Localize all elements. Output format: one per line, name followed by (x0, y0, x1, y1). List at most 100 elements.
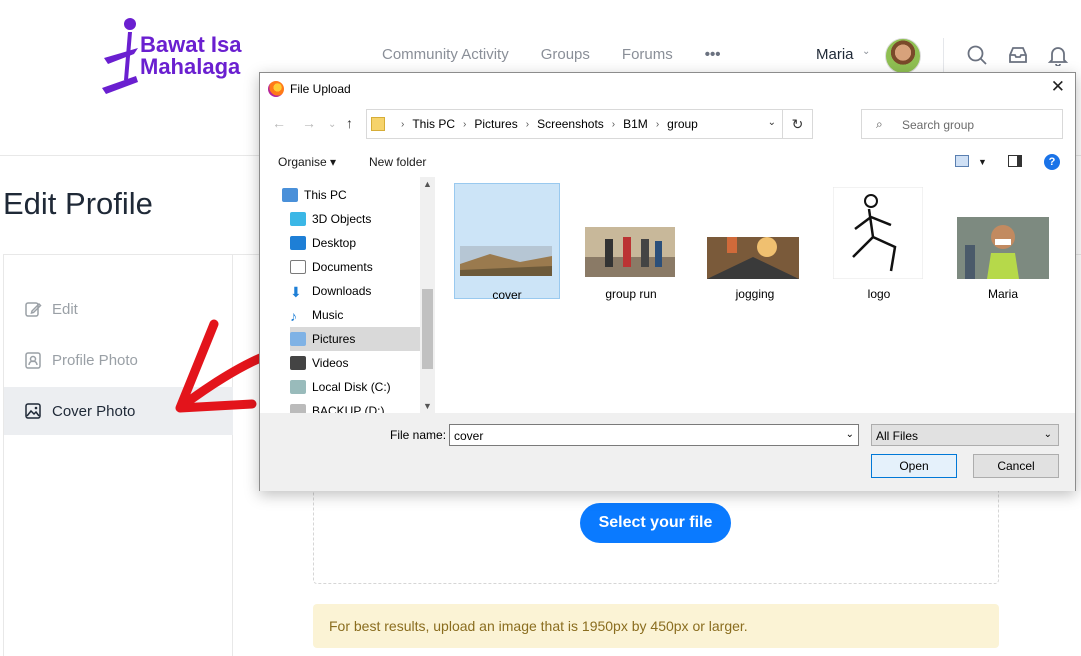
folder-icon (371, 117, 385, 131)
tree-scrollbar[interactable]: ▲ ▼ (420, 177, 435, 413)
scroll-down-icon[interactable]: ▼ (423, 401, 432, 411)
menu-item-label: Cover Photo (52, 402, 136, 420)
tree-item-documents[interactable]: Documents (290, 255, 436, 279)
search-input[interactable]: ⌕ Search group (861, 109, 1063, 139)
user-name[interactable]: Maria (816, 46, 854, 63)
chevron-down-icon[interactable]: ⌄ (768, 117, 776, 128)
file-label: Maria (987, 287, 1018, 301)
tree-item-pictures[interactable]: Pictures (290, 327, 420, 351)
file-item-cover[interactable]: cover (454, 183, 560, 302)
up-arrow-icon[interactable]: ↑ (346, 115, 353, 131)
chevron-right-icon: › (655, 118, 660, 130)
jogging-thumbnail (707, 237, 799, 279)
scroll-up-icon[interactable]: ▲ (423, 179, 432, 189)
tree-item-3d-objects[interactable]: 3D Objects (290, 207, 436, 231)
back-arrow-icon[interactable]: ← (272, 115, 286, 131)
tree-item-local-disk[interactable]: Local Disk (C:) (290, 375, 436, 399)
file-name-label: File name: (390, 428, 447, 442)
organise-menu[interactable]: Organise ▾ (278, 155, 336, 169)
tree-item-label: 3D Objects (312, 212, 372, 226)
bell-icon[interactable] (1047, 44, 1069, 66)
download-icon: ⬇ (290, 284, 302, 300)
tree-item-music[interactable]: ♪ Music (290, 303, 436, 327)
divider (943, 38, 944, 72)
tree-item-label: Pictures (312, 332, 356, 346)
file-type-select[interactable]: All Files ⌄ (871, 424, 1059, 446)
search-icon[interactable] (966, 44, 988, 66)
file-label: group run (605, 287, 657, 301)
tree-item-desktop[interactable]: Desktop (290, 231, 436, 255)
address-bar[interactable]: › This PC › Pictures › Screenshots › B1M… (366, 109, 813, 139)
view-options-icon[interactable] (955, 155, 969, 167)
avatar[interactable] (885, 38, 921, 74)
cancel-button[interactable]: Cancel (973, 454, 1059, 478)
inbox-icon[interactable] (1007, 44, 1029, 66)
recent-locations-icon[interactable]: ⌄ (328, 119, 336, 130)
tree-item-label: Local Disk (C:) (312, 380, 391, 394)
search-placeholder: Search group (902, 118, 975, 132)
computer-icon (282, 188, 298, 202)
dialog-title: File Upload (290, 82, 351, 96)
select-file-button[interactable]: Select your file (580, 503, 731, 543)
nav-more[interactable]: ••• (705, 46, 721, 63)
file-item-maria[interactable]: Maria (950, 183, 1056, 301)
file-label: cover (492, 288, 522, 302)
chevron-down-icon[interactable]: ▼ (978, 157, 987, 167)
file-label: jogging (735, 287, 775, 301)
tree-item-label: Documents (312, 260, 373, 274)
breadcrumb-screenshots[interactable]: Screenshots (537, 117, 604, 131)
brand-name: Bawat Isa Mahalaga (140, 34, 242, 78)
tree-item-label: Desktop (312, 236, 357, 250)
refresh-icon[interactable]: ↻ (782, 110, 812, 138)
nav-community-activity[interactable]: Community Activity (382, 46, 509, 63)
main-nav: Community Activity Groups Forums ••• (382, 46, 721, 63)
file-name-input[interactable]: cover ⌄ (449, 424, 859, 446)
tree-item-downloads[interactable]: ⬇ Downloads (290, 279, 436, 303)
profile-menu: Edit Profile Photo Cover Photo (3, 254, 233, 656)
breadcrumb-group[interactable]: group (667, 117, 698, 131)
nav-forums[interactable]: Forums (622, 46, 673, 63)
page-title: Edit Profile (3, 186, 153, 221)
tree-item-videos[interactable]: Videos (290, 351, 436, 375)
breadcrumb-b1m[interactable]: B1M (623, 117, 648, 131)
file-list: cover group run jogging logo Maria (436, 177, 1075, 413)
chevron-right-icon: › (525, 118, 530, 130)
nav-groups[interactable]: Groups (541, 46, 590, 63)
chevron-down-icon[interactable]: ⌄ (862, 46, 870, 57)
search-icon: ⌕ (876, 117, 883, 131)
image-icon (25, 403, 41, 419)
menu-item-label: Edit (52, 300, 78, 318)
chevron-down-icon[interactable]: ⌄ (846, 429, 854, 440)
tree-item-backup[interactable]: BACKUP (D:) (290, 399, 436, 413)
preview-pane-icon[interactable] (1008, 155, 1022, 167)
file-item-jogging[interactable]: jogging (702, 183, 808, 301)
forward-arrow-icon[interactable]: → (302, 115, 316, 131)
open-button[interactable]: Open (871, 454, 957, 478)
drive-icon (290, 380, 306, 394)
file-type-value: All Files (876, 429, 919, 443)
file-item-logo[interactable]: logo (826, 183, 932, 301)
scrollbar-thumb[interactable] (422, 289, 433, 369)
file-item-group-run[interactable]: group run (578, 183, 684, 301)
help-icon[interactable]: ? (1044, 154, 1060, 170)
desktop-icon (290, 236, 306, 250)
file-name-value: cover (454, 429, 484, 443)
maria-thumbnail (957, 217, 1049, 279)
tree-item-this-pc[interactable]: This PC (282, 183, 436, 207)
profile-photo-icon (25, 352, 41, 369)
music-icon: ♪ (290, 308, 297, 324)
tree-item-label: Downloads (312, 284, 372, 298)
new-folder-button[interactable]: New folder (369, 155, 426, 169)
breadcrumb-pictures[interactable]: Pictures (474, 117, 517, 131)
tree-item-label: BACKUP (D:) (312, 404, 385, 413)
file-upload-dialog: File Upload ✕ ← → ⌄ ↑ › This PC › Pictur… (259, 72, 1076, 491)
chevron-right-icon: › (611, 118, 616, 130)
cube-icon (290, 212, 306, 226)
close-icon[interactable]: ✕ (1051, 77, 1065, 97)
pictures-icon (290, 332, 306, 346)
chevron-right-icon: › (401, 118, 405, 130)
tree-item-label: Videos (312, 356, 349, 370)
group-run-thumbnail (585, 227, 675, 277)
breadcrumb-this-pc[interactable]: This PC (412, 117, 455, 131)
size-notice: For best results, upload an image that i… (313, 604, 999, 648)
